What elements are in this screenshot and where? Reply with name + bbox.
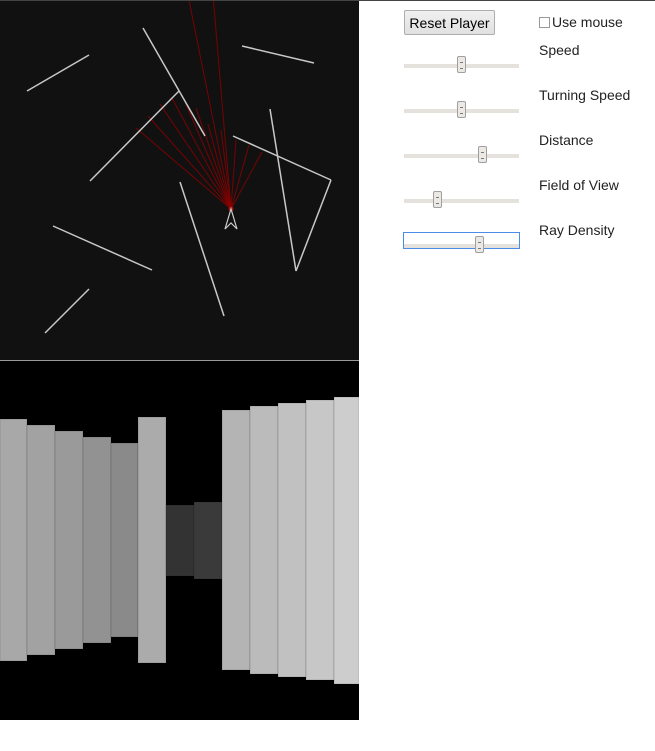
field-of-view-label: Field of View xyxy=(539,177,619,193)
distance-label: Distance xyxy=(539,132,594,148)
distance-slider-track[interactable] xyxy=(404,154,519,158)
wall-column xyxy=(165,504,195,577)
wall-column xyxy=(305,399,335,681)
ray-density-slider-thumb[interactable] xyxy=(475,236,484,253)
ray-line xyxy=(213,1,232,210)
ray-line xyxy=(230,151,263,210)
distance-slider-row: Distance xyxy=(404,132,654,172)
first-person-view xyxy=(0,361,359,720)
wall-column xyxy=(221,409,251,671)
wall-line xyxy=(142,27,206,137)
turning-speed-label: Turning Speed xyxy=(539,87,631,103)
use-mouse-toggle[interactable]: Use mouse xyxy=(539,14,623,30)
ray-density-slider-row: Ray Density xyxy=(403,222,654,262)
ray-density-label: Ray Density xyxy=(539,222,615,238)
wall-column xyxy=(82,436,112,644)
distance-slider-thumb[interactable] xyxy=(478,146,487,163)
wall-column xyxy=(110,442,139,638)
wall-line xyxy=(44,288,90,334)
use-mouse-label: Use mouse xyxy=(552,14,623,30)
speed-label: Speed xyxy=(539,42,580,58)
view-columns xyxy=(0,396,359,685)
player-marker xyxy=(224,206,238,230)
wall-line xyxy=(269,108,297,272)
top-down-map xyxy=(0,1,359,360)
wall-column xyxy=(26,424,56,656)
ray-density-slider-track[interactable] xyxy=(404,244,519,248)
wall-line xyxy=(232,135,332,181)
speed-slider-row: Speed xyxy=(404,42,654,82)
wall-column xyxy=(0,418,28,662)
turning-speed-slider-row: Turning Speed xyxy=(404,87,654,127)
use-mouse-checkbox[interactable] xyxy=(539,16,550,28)
wall-column xyxy=(54,430,84,650)
wall-line xyxy=(26,54,90,92)
wall-column xyxy=(137,416,167,664)
field-of-view-slider-track[interactable] xyxy=(404,199,519,203)
turning-speed-slider-thumb[interactable] xyxy=(457,101,466,118)
speed-slider-thumb[interactable] xyxy=(457,56,466,73)
player-arrow-icon xyxy=(224,206,238,230)
wall-column xyxy=(249,405,279,675)
wall-column xyxy=(277,402,307,678)
wall-column xyxy=(333,396,359,685)
reset-player-button[interactable]: Reset Player xyxy=(404,10,495,35)
wall-line xyxy=(52,225,153,271)
field-of-view-slider-thumb[interactable] xyxy=(433,191,442,208)
wall-line xyxy=(295,179,332,272)
wall-line xyxy=(241,45,315,64)
ray-group xyxy=(135,1,263,210)
field-of-view-slider-row: Field of View xyxy=(404,177,654,217)
wall-group xyxy=(26,27,332,334)
wall-column xyxy=(193,501,223,580)
wall-line xyxy=(179,181,225,317)
